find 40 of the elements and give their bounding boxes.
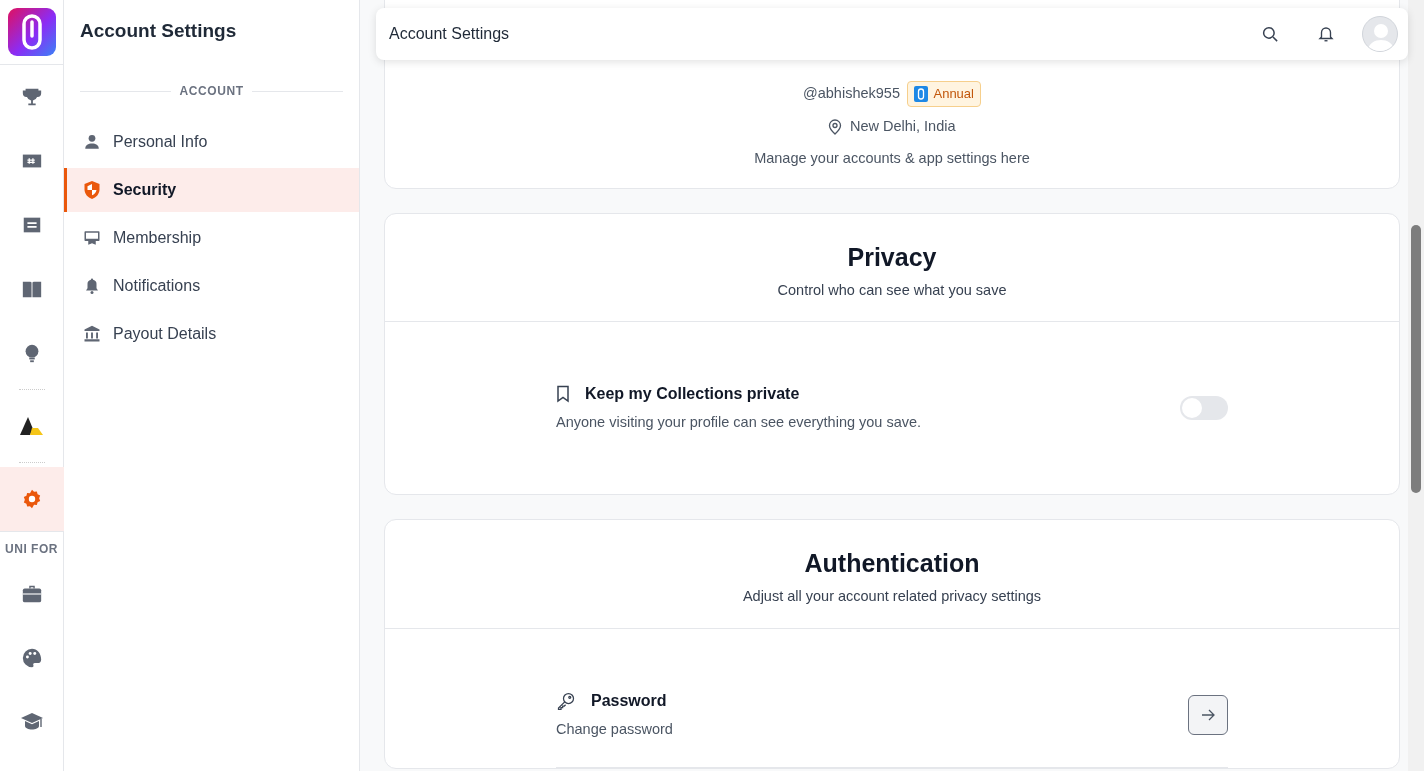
scrollbar-thumb[interactable] <box>1411 225 1421 493</box>
palette-icon <box>20 647 43 669</box>
section-title: Authentication <box>803 548 981 578</box>
key-icon <box>556 690 576 711</box>
username: @abhishek955 <box>803 83 900 103</box>
search-icon <box>1261 25 1279 43</box>
scrollbar[interactable] <box>1408 0 1424 771</box>
shield-icon <box>83 180 101 200</box>
section-title: Privacy <box>846 241 938 272</box>
sidebar-item[interactable]: Payout Details <box>64 312 359 356</box>
plan-badge: Annual <box>907 81 981 107</box>
bookmark-icon <box>556 385 570 404</box>
bell-icon <box>1317 25 1335 43</box>
privacy-toggle[interactable] <box>1180 396 1228 421</box>
sidebar-item[interactable]: Notifications <box>64 264 359 308</box>
setting-title: Keep my Collections private <box>585 384 800 405</box>
section-subtitle: Control who can see what you save <box>776 280 1008 300</box>
monitor-icon <box>83 229 101 247</box>
rail-section-label: UNI FOR <box>0 531 63 562</box>
arrow-button[interactable] <box>1188 694 1228 735</box>
bell-icon <box>83 277 101 295</box>
triangle-logo-icon <box>18 415 45 437</box>
sidebar-title: Account Settings <box>79 19 238 43</box>
location-text: New Delhi, India <box>849 117 956 137</box>
section-label: ACCOUNT <box>179 83 244 100</box>
location-pin-icon <box>828 119 843 136</box>
briefcase-icon <box>20 583 43 605</box>
profile-note: Manage your accounts & app settings here <box>754 148 1030 168</box>
section-subtitle: Adjust all your account related privacy settings <box>741 587 1043 606</box>
sidebar-item[interactable]: Membership <box>64 216 359 260</box>
setting-description: Anyone visiting your profile can see everything you save. <box>556 413 923 433</box>
bank-icon <box>83 325 101 343</box>
page-title: Account Settings <box>389 24 511 44</box>
sidebar-item[interactable]: Security <box>64 168 359 212</box>
setting-description: Change password <box>556 719 674 739</box>
trophy-icon <box>20 86 43 108</box>
sidebar-item[interactable]: Personal Info <box>64 120 359 164</box>
setting-title: Password <box>591 690 667 711</box>
app-logo[interactable] <box>7 8 56 56</box>
person-icon <box>83 133 101 151</box>
